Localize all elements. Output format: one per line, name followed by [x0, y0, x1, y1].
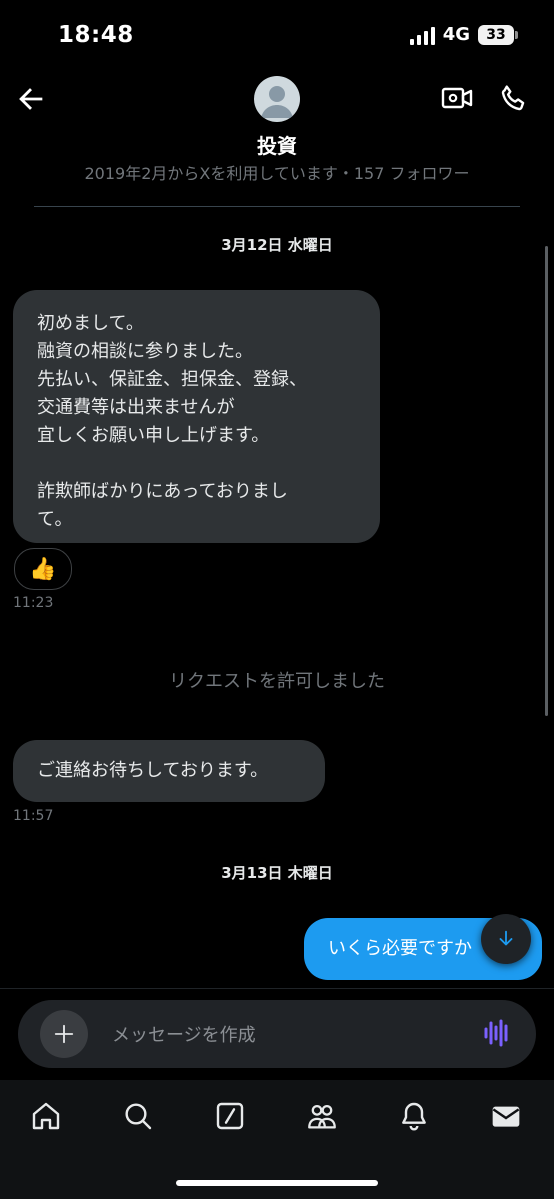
- message-timestamp: 11:57: [13, 808, 54, 824]
- thumbs-up-icon: 👍: [29, 556, 57, 582]
- home-icon: [32, 1102, 60, 1130]
- tab-home[interactable]: [26, 1096, 66, 1136]
- message-text: ご連絡お待ちしております。: [37, 760, 269, 781]
- notifications-icon: [402, 1102, 426, 1131]
- voice-wave-icon[interactable]: [482, 1018, 512, 1048]
- message-input[interactable]: [110, 1018, 454, 1052]
- battery-icon: 33: [478, 24, 518, 45]
- incoming-message[interactable]: 初めまして。 融資の相談に参りました。 先払い、保証金、担保金、登録、 交通費等…: [13, 290, 380, 543]
- profile-info: 2019年2月からXを利用しています・157 フォロワー: [84, 164, 470, 183]
- message-line: 交通費等は出来ませんが: [37, 397, 235, 418]
- scrollbar[interactable]: [545, 246, 548, 716]
- message-line: 初めまして。: [37, 313, 144, 334]
- signal-icon: [409, 25, 435, 45]
- video-call-icon[interactable]: [441, 84, 473, 112]
- messages-icon: [492, 1106, 520, 1127]
- plus-icon: [54, 1024, 74, 1044]
- scroll-to-bottom-button[interactable]: [481, 914, 531, 964]
- message-line: 宜しくお願い申し上げます。: [37, 425, 270, 446]
- tab-communities[interactable]: [302, 1096, 342, 1136]
- default-avatar-icon: [261, 86, 293, 118]
- date-separator: 3月13日 木曜日: [221, 864, 333, 882]
- arrow-down-icon: [499, 930, 513, 946]
- status-time: 18:48: [58, 22, 134, 48]
- divider: [0, 988, 554, 989]
- status-indicators: 4G 33: [409, 24, 518, 45]
- message-timestamp: 11:23: [13, 595, 54, 611]
- search-icon: [125, 1103, 152, 1130]
- network-type: 4G: [442, 24, 470, 45]
- incoming-message[interactable]: ご連絡お待ちしております。: [13, 740, 325, 802]
- message-line: 先払い、保証金、担保金、登録、: [37, 369, 307, 390]
- page-title[interactable]: 投資: [0, 130, 554, 159]
- avatar[interactable]: [254, 76, 300, 122]
- tab-search[interactable]: [118, 1096, 158, 1136]
- date-separator: 3月12日 水曜日: [221, 236, 333, 254]
- grok-icon: [216, 1102, 244, 1130]
- tab-grok[interactable]: [210, 1096, 250, 1136]
- message-line: 融資の相談に参りました。: [37, 341, 253, 362]
- message-text: 初めまして。 融資の相談に参りました。 先払い、保証金、担保金、登録、 交通費等…: [37, 310, 372, 534]
- message-line: て。: [37, 509, 73, 530]
- tab-notifications[interactable]: [394, 1096, 434, 1136]
- message-line: 詐欺師ばかりにあっておりまし: [37, 481, 288, 502]
- home-indicator: [176, 1180, 378, 1186]
- phone-icon[interactable]: [498, 82, 530, 114]
- arrow-left-icon[interactable]: [14, 82, 48, 116]
- request-accepted-notice: リクエストを許可しました: [169, 671, 385, 692]
- thumbs-up-reaction[interactable]: 👍: [14, 548, 72, 590]
- divider: [34, 206, 520, 207]
- add-media-button[interactable]: [40, 1010, 88, 1058]
- communities-icon: [308, 1104, 336, 1129]
- tab-messages[interactable]: [486, 1096, 526, 1136]
- message-line: [37, 450, 372, 478]
- message-text: いくら必要ですか: [328, 938, 472, 959]
